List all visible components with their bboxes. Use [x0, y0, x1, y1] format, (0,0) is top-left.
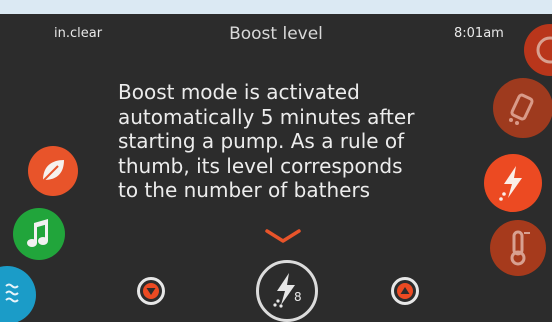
decrease-button[interactable] [137, 277, 165, 305]
bolt-icon [499, 166, 522, 201]
boost-info-text: Boost mode is activated automatically 5 … [118, 80, 415, 202]
boost-level-value: 8 [294, 290, 302, 304]
thermometer-icon [510, 230, 530, 266]
boost-level-button[interactable]: 8 [256, 260, 318, 322]
music-note-icon [27, 219, 48, 247]
water-button[interactable] [0, 266, 36, 322]
status-bar: in.clear Boost level 8:01am [0, 24, 552, 48]
leaf-icon [41, 160, 64, 183]
partial-icon [536, 36, 552, 64]
increase-button[interactable] [391, 277, 419, 305]
music-button[interactable] [13, 208, 65, 260]
leaf-mode-button[interactable] [28, 146, 78, 196]
clock: 8:01am [454, 26, 504, 41]
boost-bolt-icon [273, 273, 295, 308]
spa-control-screen: in.clear Boost level 8:01am Boost mode i… [0, 14, 552, 322]
triangle-down-icon [143, 283, 159, 299]
heater-button[interactable] [490, 220, 546, 276]
water-waves-icon [5, 283, 19, 303]
boost-bolt-icon [509, 93, 534, 125]
chevron-down-icon[interactable] [263, 227, 303, 245]
boost-active-button[interactable] [484, 154, 542, 212]
boost-shortcut-button[interactable] [493, 78, 552, 138]
top-button[interactable] [524, 24, 552, 76]
triangle-up-icon [397, 283, 413, 299]
